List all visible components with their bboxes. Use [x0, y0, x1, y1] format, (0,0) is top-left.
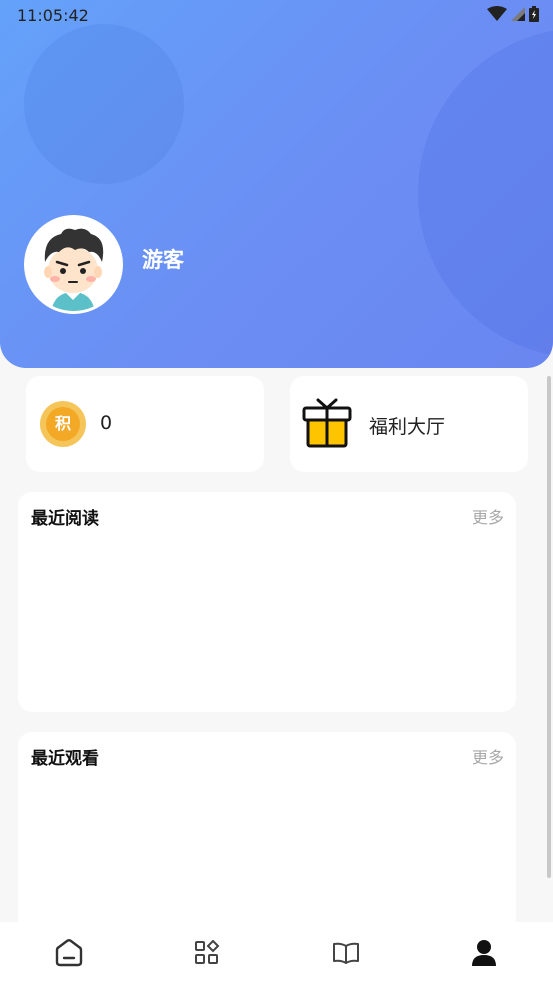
more-link[interactable]: 更多: [472, 504, 504, 528]
battery-icon: [529, 6, 539, 22]
profile-icon: [471, 940, 496, 966]
avatar[interactable]: [24, 215, 123, 314]
scrollbar[interactable]: [547, 376, 551, 878]
section-title: 最近阅读: [31, 509, 99, 529]
decorative-circle: [418, 28, 553, 358]
nav-item-category[interactable]: [177, 922, 237, 984]
section-title: 最近观看: [31, 749, 99, 769]
points-icon-char: 积: [46, 407, 80, 441]
bottom-nav: [0, 922, 553, 984]
points-card[interactable]: 积 0: [26, 376, 264, 472]
book-icon: [332, 942, 359, 964]
status-bar: 11:05:42: [0, 0, 553, 30]
username[interactable]: 游客: [142, 244, 184, 274]
cartoon-boy-avatar: [27, 218, 120, 311]
welfare-label: 福利大厅: [369, 416, 446, 438]
wifi-icon: [487, 6, 507, 21]
nav-item-home[interactable]: [39, 922, 99, 984]
nav-item-book[interactable]: [316, 922, 376, 984]
signal-icon: [511, 7, 525, 21]
status-time: 11:05:42: [17, 6, 89, 25]
recent-reading-section: 最近阅读 更多: [18, 492, 516, 712]
gift-icon: [302, 398, 352, 448]
profile-header: 11:05:42 游客: [0, 0, 553, 368]
welfare-hall-card[interactable]: 福利大厅: [290, 376, 528, 472]
nav-item-profile[interactable]: [454, 922, 514, 984]
more-link[interactable]: 更多: [472, 744, 504, 768]
category-icon: [195, 940, 220, 964]
home-icon: [55, 939, 83, 967]
status-icons: [487, 6, 539, 22]
decorative-circle: [24, 24, 184, 184]
recent-watching-section: 最近观看 更多: [18, 732, 516, 932]
points-value: 0: [100, 412, 113, 434]
points-coin-icon: 积: [40, 401, 86, 447]
